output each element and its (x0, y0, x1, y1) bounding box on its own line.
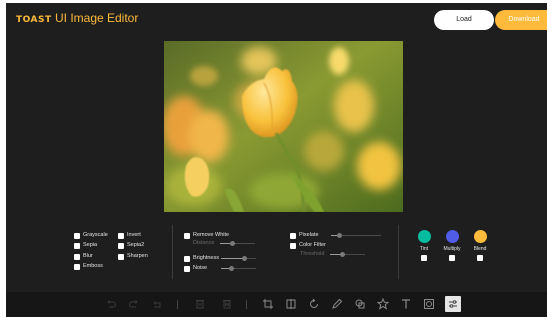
color-filter-checkbox[interactable]: Color Filter (290, 242, 326, 249)
brightness-checkbox[interactable]: Brightness (184, 255, 219, 262)
pixelate-slider-row (331, 233, 381, 238)
image-editor-app: TOAST UI Image Editor Load Download Gray… (6, 3, 547, 317)
blend-checkbox[interactable] (477, 255, 483, 261)
multiply-color-swatch[interactable] (446, 230, 459, 243)
blend-label: Blend (473, 246, 487, 252)
checkbox-box[interactable] (74, 263, 80, 270)
checkbox-box[interactable] (118, 232, 124, 239)
crop-icon[interactable] (260, 296, 276, 312)
divider (398, 225, 399, 279)
threshold-label: Threshold (300, 251, 325, 257)
header: TOAST UI Image Editor Load Download (6, 3, 547, 33)
text-icon[interactable] (398, 296, 414, 312)
checkbox-box[interactable] (184, 255, 190, 262)
tint-color-swatch[interactable] (418, 230, 431, 243)
divider (172, 225, 173, 279)
sharpen-checkbox[interactable]: Sharpen (118, 253, 148, 260)
pixelate-slider[interactable] (331, 233, 381, 238)
invert-checkbox[interactable]: Invert (118, 232, 141, 239)
mask-icon[interactable] (421, 296, 437, 312)
icon-icon[interactable] (375, 296, 391, 312)
grayscale-checkbox[interactable]: Grayscale (74, 232, 108, 239)
toolbar-divider (246, 300, 247, 309)
slider-handle[interactable] (229, 266, 234, 271)
pixelate-checkbox[interactable]: Pixelate (290, 232, 319, 239)
filter-icon[interactable] (445, 296, 461, 312)
distance-slider[interactable] (220, 240, 256, 246)
checkbox-box[interactable] (290, 232, 296, 239)
checkbox-box[interactable] (74, 253, 80, 260)
tulip-photo (164, 41, 403, 212)
multiply-label: Multiply (443, 246, 461, 252)
logo: TOAST UI Image Editor (16, 11, 138, 27)
filter-panel: Grayscale Sepia Blur Emboss Invert Sepia… (6, 221, 547, 287)
emboss-checkbox[interactable]: Emboss (74, 263, 103, 270)
undo-icon[interactable] (103, 296, 119, 312)
shape-icon[interactable] (352, 296, 368, 312)
tint-checkbox[interactable] (421, 255, 427, 261)
reset-icon[interactable] (149, 296, 165, 312)
blur-checkbox[interactable]: Blur (74, 253, 93, 260)
rotate-icon[interactable] (306, 296, 322, 312)
image-canvas[interactable] (164, 41, 403, 212)
logo-title: UI Image Editor (54, 11, 139, 25)
redo-icon[interactable] (126, 296, 142, 312)
noise-slider-row (221, 266, 256, 271)
checkbox-box[interactable] (74, 232, 80, 239)
noise-checkbox[interactable]: Noise (184, 265, 207, 272)
brightness-slider-row (221, 256, 256, 261)
remove-white-checkbox[interactable]: Remove White (184, 232, 229, 239)
checkbox-box[interactable] (184, 265, 190, 272)
download-button[interactable]: Download (495, 10, 547, 30)
tint-label: Tint (419, 246, 429, 252)
sepia-checkbox[interactable]: Sepia (74, 242, 97, 249)
draw-icon[interactable] (329, 296, 345, 312)
checkbox-box[interactable] (118, 242, 124, 249)
blend-color-swatch[interactable] (474, 230, 487, 243)
checkbox-box[interactable] (74, 242, 80, 249)
slider-handle[interactable] (340, 251, 346, 257)
checkbox-box[interactable] (118, 253, 124, 260)
threshold-slider[interactable] (330, 251, 366, 257)
checkbox-box[interactable] (290, 242, 296, 249)
multiply-checkbox[interactable] (449, 255, 455, 261)
delete-all-icon[interactable] (219, 296, 235, 312)
slider-handle[interactable] (230, 240, 236, 246)
distance-label: Distance (193, 240, 215, 246)
noise-slider[interactable] (221, 266, 256, 271)
slider-handle[interactable] (337, 233, 342, 238)
distance-slider-row: Distance (193, 240, 256, 246)
flip-icon[interactable] (283, 296, 299, 312)
delete-icon[interactable] (192, 296, 208, 312)
logo-brand: TOAST (16, 15, 52, 25)
sepia2-checkbox[interactable]: Sepia2 (118, 242, 144, 249)
threshold-slider-row: Threshold (300, 251, 366, 257)
brightness-slider[interactable] (221, 256, 256, 261)
load-button[interactable]: Load (434, 10, 494, 30)
bottom-toolbar (6, 292, 547, 317)
toolbar-divider (177, 300, 178, 309)
slider-handle[interactable] (242, 256, 247, 261)
checkbox-box[interactable] (184, 232, 190, 239)
